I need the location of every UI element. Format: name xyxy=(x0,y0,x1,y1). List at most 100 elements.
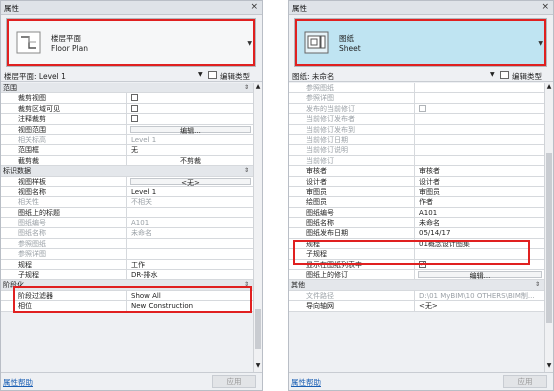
property-label: 相关性 xyxy=(1,197,127,207)
group-header[interactable]: 其他 ⇕ xyxy=(289,280,544,291)
property-label: 图纸编号 xyxy=(289,207,415,218)
collapse-icon[interactable]: ⇕ xyxy=(244,83,249,93)
property-value xyxy=(128,239,253,248)
property-row: 当前修订发布到 xyxy=(289,124,544,135)
edit-type-button[interactable]: 编辑类型 xyxy=(220,71,250,82)
chevron-down-icon[interactable]: ▼ xyxy=(490,71,495,78)
property-value: Level 1 xyxy=(131,135,157,144)
highlight-box xyxy=(7,19,255,66)
collapse-icon[interactable]: ⇕ xyxy=(535,280,540,290)
properties-help-link[interactable]: 属性帮助 xyxy=(291,377,321,388)
property-row: 当前修订发布者 xyxy=(289,114,544,125)
property-row: 规程 工作 xyxy=(1,259,253,271)
property-row: 参照图纸 xyxy=(1,238,253,250)
instance-type-label[interactable]: 图纸: 未命名 xyxy=(292,71,334,82)
property-button[interactable]: <无> xyxy=(130,177,251,186)
scrollbar[interactable]: ▲ ▼ xyxy=(253,83,262,372)
properties-grid: 参照图纸 参照详图 发布的当前修订 当前修订发布者 当前修订发布到 当前修订日期 当前修订说… xyxy=(289,83,544,312)
chevron-down-icon[interactable]: ▼ xyxy=(198,71,203,78)
bottom-bar: 属性帮助 应用 xyxy=(1,372,262,390)
property-button[interactable]: 不剪裁 xyxy=(130,157,251,165)
property-row: 注释裁剪 xyxy=(1,114,253,125)
property-value[interactable] xyxy=(128,93,253,102)
checkbox[interactable] xyxy=(131,115,138,123)
property-row: 视图范围 编辑... xyxy=(1,124,253,135)
property-value: D:\01 MyBIM\10 OTHERS\BIM制... xyxy=(419,291,535,300)
property-button[interactable]: 编辑... xyxy=(130,125,251,134)
property-value[interactable] xyxy=(128,114,253,123)
property-value[interactable]: <无> xyxy=(128,177,253,186)
instance-type-bar: 图纸: 未命名 ▼ 编辑类型 xyxy=(289,69,553,82)
property-row: 图纸上的修订 编辑... xyxy=(289,270,544,281)
property-button[interactable]: 编辑... xyxy=(418,271,542,279)
property-value[interactable]: DR-排水 xyxy=(128,270,253,279)
property-value xyxy=(416,104,544,113)
group-header[interactable]: 标识数据 ⇕ xyxy=(1,166,253,177)
group-label: 标识数据 xyxy=(3,167,31,176)
property-label: 相关标高 xyxy=(1,134,127,145)
group-label: 其他 xyxy=(291,281,305,290)
edit-type-icon[interactable] xyxy=(208,71,217,79)
property-label: 文件路径 xyxy=(289,290,415,301)
property-value[interactable]: 无 xyxy=(128,145,253,154)
property-row: 绘图员 作者 xyxy=(289,197,544,208)
property-value[interactable]: 编辑... xyxy=(416,270,544,279)
properties-grid: 范围 ⇕ 裁剪视图 裁剪区域可见 注释裁剪 视图范围 编辑... 相关标高 Level 1 范围框… xyxy=(1,83,253,312)
scroll-thumb[interactable] xyxy=(546,153,552,323)
property-value[interactable]: 审核者 xyxy=(416,166,544,175)
property-row: 相关标高 Level 1 xyxy=(1,134,253,146)
property-value[interactable]: 不剪裁 xyxy=(128,156,253,165)
property-value[interactable]: 设计者 xyxy=(416,177,544,186)
collapse-icon[interactable]: ⇕ xyxy=(244,166,249,176)
property-row: 范围框无 xyxy=(1,145,253,156)
scroll-thumb[interactable] xyxy=(255,309,261,349)
checkbox xyxy=(419,104,426,112)
property-value[interactable]: 审图员 xyxy=(416,187,544,196)
close-icon[interactable]: × xyxy=(250,2,258,12)
property-row: 参照详图 xyxy=(289,93,544,104)
property-label: 绘图员 xyxy=(289,197,415,207)
properties-panel-right: 属性 × 图纸 Sheet ▼ 图纸: 未命名 ▼ 编辑类型 参照图纸 参照详图发… xyxy=(288,0,554,391)
property-value[interactable]: A101 xyxy=(416,208,544,217)
property-row: 设计者 设计者 xyxy=(289,176,544,187)
edit-type-icon[interactable] xyxy=(500,71,509,79)
checkbox[interactable] xyxy=(131,104,138,112)
scrollbar[interactable]: ▲ ▼ xyxy=(544,83,553,372)
edit-type-button[interactable]: 编辑类型 xyxy=(512,71,542,82)
property-value[interactable]: 编辑... xyxy=(128,125,253,134)
apply-button[interactable]: 应用 xyxy=(503,375,547,388)
property-value[interactable]: 05/14/17 xyxy=(416,228,544,237)
scroll-up-icon[interactable]: ▲ xyxy=(545,83,553,93)
type-selector[interactable]: 楼层平面 Floor Plan ▼ xyxy=(6,18,256,67)
checkbox[interactable] xyxy=(131,94,138,102)
scroll-down-icon[interactable]: ▼ xyxy=(545,362,553,372)
property-value[interactable]: 作者 xyxy=(416,197,544,206)
property-label: 图纸编号 xyxy=(1,218,127,228)
scroll-down-icon[interactable]: ▼ xyxy=(254,362,262,372)
properties-help-link[interactable]: 属性帮助 xyxy=(3,377,33,388)
panel-title: 属性 xyxy=(292,4,307,13)
property-row: 图纸发布日期 05/14/17 xyxy=(289,228,544,239)
property-row: 图纸名称 未命名 xyxy=(289,218,544,229)
property-label: 当前修订日期 xyxy=(289,134,415,145)
group-header[interactable]: 范围 ⇕ xyxy=(1,83,253,94)
property-value[interactable]: <无> xyxy=(416,301,544,310)
property-value[interactable] xyxy=(128,104,253,113)
close-icon[interactable]: × xyxy=(541,2,549,12)
property-label: 图纸发布日期 xyxy=(289,228,415,238)
property-label: 参照详图 xyxy=(1,249,127,259)
property-value[interactable]: Level 1 xyxy=(128,187,253,196)
instance-type-label[interactable]: 楼层平面: Level 1 xyxy=(4,71,66,82)
property-value[interactable]: 未命名 xyxy=(416,218,544,227)
scroll-up-icon[interactable]: ▲ xyxy=(254,83,262,93)
property-value[interactable]: 工作 xyxy=(128,260,253,269)
property-value[interactable] xyxy=(128,208,253,217)
property-value xyxy=(416,93,544,102)
property-row: 参照详图 xyxy=(1,249,253,260)
type-selector[interactable]: 图纸 Sheet ▼ xyxy=(294,18,547,67)
apply-button[interactable]: 应用 xyxy=(212,375,256,388)
property-row: 裁剪视图 xyxy=(1,93,253,104)
property-value: A101 xyxy=(131,219,150,228)
panel-titlebar: 属性 × xyxy=(1,1,262,15)
property-value xyxy=(416,125,544,134)
